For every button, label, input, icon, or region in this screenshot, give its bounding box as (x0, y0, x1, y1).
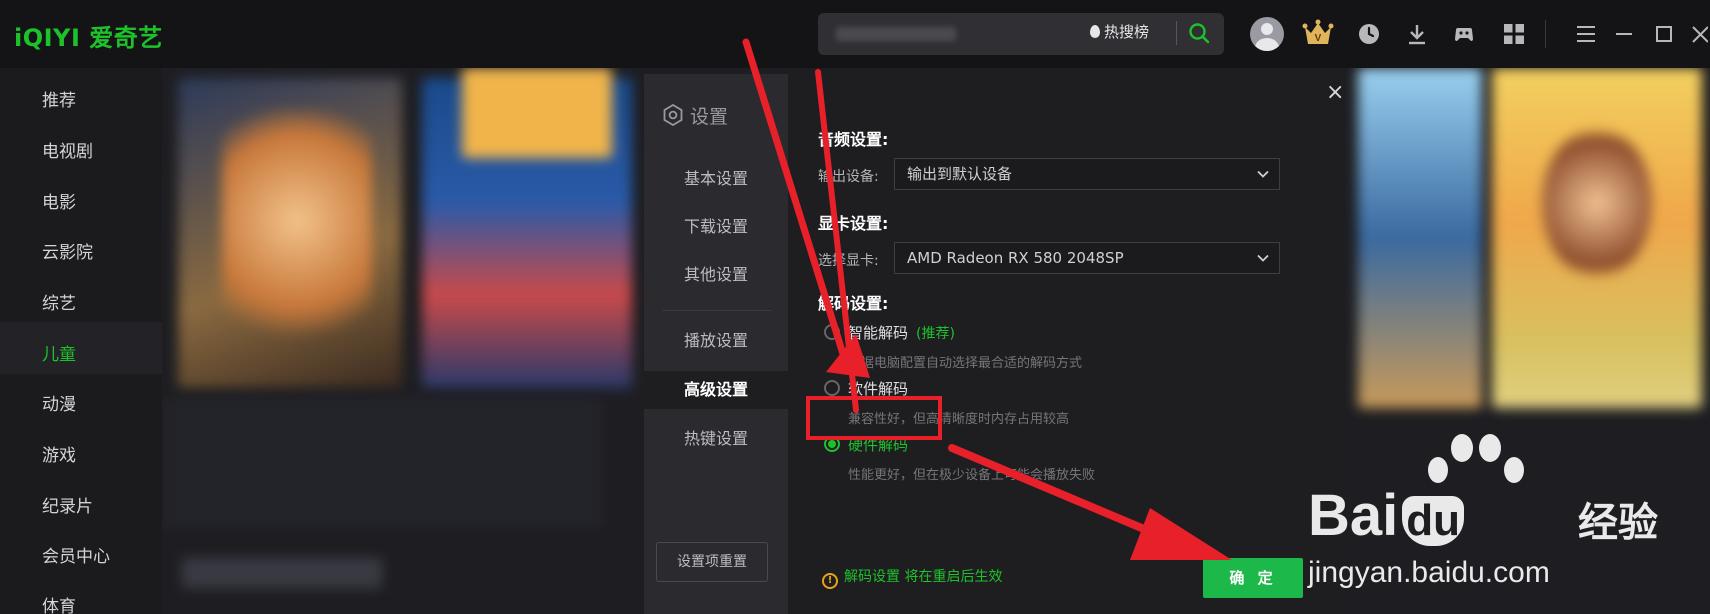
gpu-value: AMD Radeon RX 580 2048SP (907, 249, 1124, 267)
search-divider (1176, 21, 1177, 45)
watermark-site-cn: 经验 (1578, 500, 1658, 546)
iqiyi-logo[interactable]: iQIYI 爱奇艺 (14, 18, 163, 53)
reset-settings-button[interactable]: 设置项重置 (656, 542, 768, 582)
poster-2-title (462, 68, 612, 158)
audio-output-select[interactable]: 输出到默认设备 (894, 158, 1280, 190)
notice-prefix: 解码设置 (844, 569, 900, 585)
baidu-jingyan-watermark: Bai du 经验 jingyan.baidu.com (1308, 430, 1708, 610)
top-bar: iQIYI 爱奇艺 热搜榜 V (0, 0, 1710, 68)
watermark-brand: Bai du (1308, 482, 1465, 549)
sidebar-item-kids[interactable]: 儿童 (42, 340, 76, 365)
tab-download-settings[interactable]: 下载设置 (644, 208, 788, 246)
menu-icon[interactable] (1574, 22, 1598, 46)
minimize-icon[interactable] (1612, 22, 1636, 46)
search-placeholder-blurred (836, 27, 956, 41)
user-avatar[interactable] (1250, 17, 1284, 51)
flame-icon (1090, 25, 1100, 38)
confirm-button[interactable]: 确 定 (1203, 558, 1303, 598)
warning-icon: ! (822, 573, 838, 589)
sidebar-item-tv[interactable]: 电视剧 (42, 137, 93, 162)
section-heading-blurred (182, 558, 382, 588)
smart-decode-option[interactable]: 智能解码 (推荐) (848, 322, 955, 343)
settings-title: 设置 (662, 102, 728, 129)
svg-text:V: V (1315, 33, 1322, 44)
sidebar-item-recommend[interactable]: 推荐 (42, 86, 76, 111)
watermark-du: du (1402, 496, 1465, 546)
toolbar-divider (1545, 20, 1546, 48)
sidebar-item-cloud-cinema[interactable]: 云影院 (42, 238, 93, 263)
maximize-icon[interactable] (1652, 22, 1676, 46)
apps-icon[interactable] (1502, 22, 1526, 46)
gpu-section-title: 显卡设置: (818, 214, 889, 233)
settings-gear-icon (663, 104, 683, 126)
restart-notice: ! 解码设置 将在重启后生效 (822, 566, 1002, 589)
history-icon[interactable] (1357, 22, 1381, 46)
tab-playback-settings[interactable]: 播放设置 (644, 322, 788, 360)
search-box[interactable] (818, 13, 1224, 55)
hardware-decode-highlight (806, 396, 942, 440)
settings-nav: 设置 基本设置 下载设置 其他设置 播放设置 高级设置 热键设置 设置项重置 (644, 74, 788, 614)
vip-crown-icon[interactable]: V (1302, 18, 1334, 48)
audio-output-value: 输出到默认设备 (907, 165, 1013, 183)
sidebar-active-bg (0, 322, 162, 374)
sidebar-item-variety[interactable]: 综艺 (42, 289, 76, 314)
close-icon[interactable] (1690, 22, 1708, 46)
gpu-select-label: 选择显卡: (818, 253, 879, 269)
hot-search-button[interactable]: 热搜榜 (1090, 21, 1149, 42)
game-icon[interactable] (1452, 22, 1476, 46)
chevron-down-icon (1257, 254, 1269, 262)
smart-decode-radio[interactable] (824, 324, 840, 340)
tab-other-settings[interactable]: 其他设置 (644, 256, 788, 294)
recommended-tag: (推荐) (916, 326, 955, 342)
dialog-close-icon[interactable]: × (1326, 80, 1344, 105)
gpu-select[interactable]: AMD Radeon RX 580 2048SP (894, 242, 1280, 274)
tab-advanced-settings[interactable]: 高级设置 (644, 371, 788, 409)
sidebar-item-vip-center[interactable]: 会员中心 (42, 542, 110, 567)
settings-panel: 音频设置: 输出设备: 输出到默认设备 显卡设置: 选择显卡: AMD Rade… (788, 74, 1344, 614)
chevron-down-icon (1257, 170, 1269, 178)
sidebar-item-anime[interactable]: 动漫 (42, 390, 76, 415)
smart-decode-desc: 根据电脑配置自动选择最合适的解码方式 (848, 356, 1083, 371)
sidebar-item-movie[interactable]: 电影 (42, 188, 76, 213)
poster-1-figure (222, 108, 372, 358)
notice-rest: 将在重启后生效 (900, 569, 1003, 585)
smart-decode-label: 智能解码 (848, 324, 909, 342)
hardware-decode-desc: 性能更好，但在极少设备上可能会播放失败 (848, 468, 1096, 483)
settings-title-text: 设置 (690, 106, 729, 128)
hot-search-label: 热搜榜 (1104, 23, 1150, 41)
settings-nav-divider (662, 310, 772, 311)
settings-dialog: 设置 基本设置 下载设置 其他设置 播放设置 高级设置 热键设置 设置项重置 音… (644, 74, 1344, 614)
sidebar-item-games[interactable]: 游戏 (42, 441, 76, 466)
content-row-bg (162, 398, 602, 528)
watermark-url: jingyan.baidu.com (1308, 556, 1550, 589)
audio-output-label: 输出设备: (818, 169, 879, 185)
software-decode-radio[interactable] (824, 380, 840, 396)
poster-4-figure (1542, 128, 1652, 278)
tab-basic-settings[interactable]: 基本设置 (644, 160, 788, 198)
sidebar-item-sports[interactable]: 体育 (42, 592, 76, 614)
audio-section-title: 音频设置: (818, 130, 889, 149)
tab-hotkey-settings[interactable]: 热键设置 (644, 420, 788, 458)
sidebar-item-documentary[interactable]: 纪录片 (42, 492, 93, 517)
search-icon[interactable] (1188, 22, 1210, 44)
poster-3[interactable] (1358, 68, 1482, 408)
decode-section-title: 解码设置: (818, 294, 889, 313)
download-icon[interactable] (1405, 22, 1429, 46)
